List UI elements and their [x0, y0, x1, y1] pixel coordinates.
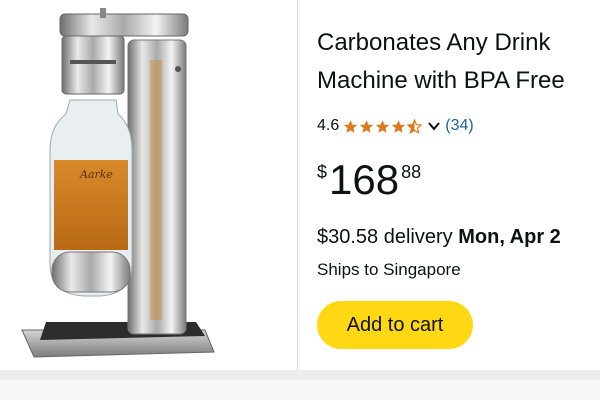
price-symbol: $	[317, 162, 328, 182]
product-title-line-1[interactable]: Carbonates Any Drink	[317, 24, 565, 62]
product-image[interactable]: Aarke	[0, 0, 297, 370]
rating-value: 4.6	[317, 117, 340, 134]
product-card: Aarke Carbonates Any Drink Machine with …	[0, 0, 600, 370]
star-icon	[392, 119, 406, 133]
delivery-info: $30.58 delivery Mon, Apr 2	[317, 224, 561, 250]
price-whole: 168	[329, 156, 400, 203]
star-rating[interactable]	[343, 118, 423, 134]
rating-row[interactable]: 4.6 (34)	[317, 114, 474, 138]
review-count-link[interactable]: (34)	[445, 117, 473, 135]
product-title-line-2[interactable]: Machine with BPA Free	[317, 62, 565, 100]
svg-text:Aarke: Aarke	[79, 168, 113, 181]
image-divider	[297, 0, 298, 370]
star-icon	[376, 119, 390, 133]
add-to-cart-button[interactable]: Add to cart	[317, 301, 473, 349]
next-card-edge	[0, 380, 600, 400]
price-fraction: 88	[401, 162, 422, 182]
star-half-icon	[407, 118, 423, 134]
product-info: Carbonates Any Drink Machine with BPA Fr…	[317, 0, 600, 370]
delivery-date: Mon, Apr 2	[458, 226, 561, 248]
ships-to: Ships to Singapore	[317, 260, 461, 279]
product-title[interactable]: Carbonates Any Drink Machine with BPA Fr…	[317, 24, 565, 100]
star-icon	[344, 119, 358, 133]
bottom-strip	[0, 370, 600, 400]
price: $ 168 88	[317, 156, 421, 208]
chevron-down-icon[interactable]	[427, 119, 441, 133]
delivery-fee: $30.58 delivery	[317, 226, 453, 248]
star-icon	[360, 119, 374, 133]
